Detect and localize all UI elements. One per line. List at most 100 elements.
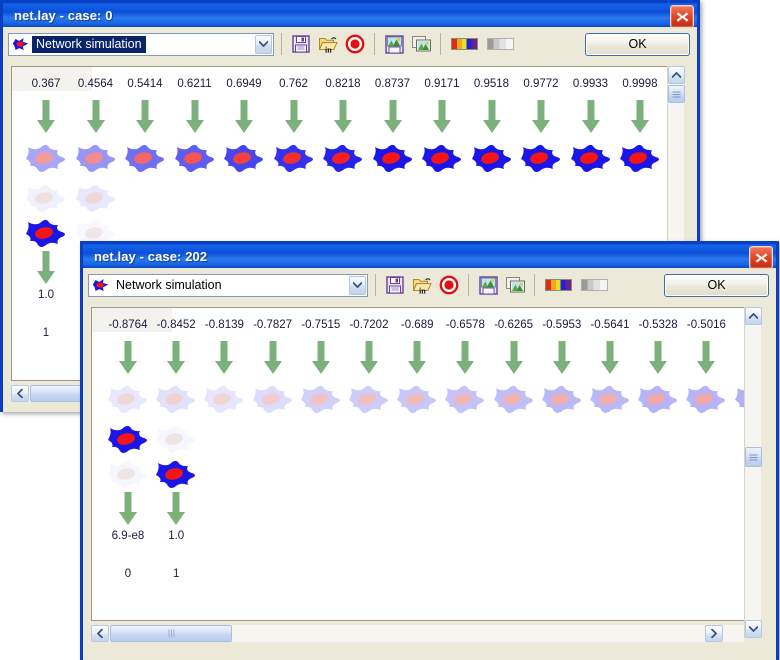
column-header-value: -0.5328	[638, 319, 678, 331]
vertical-scroll-thumb[interactable]	[668, 85, 685, 103]
row-output-value: 1.0	[168, 530, 185, 542]
scroll-left-icon[interactable]	[91, 625, 109, 642]
network-cell-node[interactable]	[153, 381, 199, 417]
record-icon[interactable]	[343, 32, 367, 56]
flow-arrow-icon	[504, 341, 523, 374]
column-header-value: 0.4564	[77, 78, 114, 90]
scroll-up-icon[interactable]	[668, 66, 685, 84]
simulation-canvas[interactable]: -0.8764 -0.8452 -0.8139 -0.7827 -0.7515 -0.72…	[91, 307, 744, 621]
scroll-up-glyph	[749, 313, 758, 319]
load-image-icon[interactable]	[503, 273, 527, 297]
scroll-up-icon[interactable]	[745, 307, 762, 325]
network-cell-node[interactable]	[491, 381, 537, 417]
network-cell-node[interactable]	[172, 140, 218, 176]
window-net-lay-case-202[interactable]: net.lay - case: 202 Network simulation i…	[80, 241, 779, 660]
network-cell-node[interactable]	[221, 140, 267, 176]
chevron-down-icon[interactable]	[255, 34, 272, 54]
network-cell-node[interactable]	[73, 140, 119, 176]
network-cell-node[interactable]	[153, 421, 199, 457]
network-cell-node[interactable]	[617, 140, 663, 176]
open-folder-glyph: in	[318, 37, 338, 54]
network-cell-node[interactable]	[153, 456, 199, 492]
color-gradient-icon[interactable]	[451, 38, 478, 50]
chevron-down-icon[interactable]	[349, 275, 366, 295]
load-image-glyph	[505, 276, 525, 292]
network-cell-node[interactable]	[394, 381, 440, 417]
column-header-value: -0.6265	[494, 319, 534, 331]
network-cell-node[interactable]	[122, 140, 168, 176]
network-cell-node[interactable]	[105, 421, 151, 457]
horizontal-scroll-thumb[interactable]	[110, 625, 232, 642]
flow-arrow-icon	[697, 341, 716, 374]
vertical-scroll-thumb[interactable]	[745, 447, 762, 467]
network-cell-node[interactable]	[683, 381, 729, 417]
flow-arrow-icon	[119, 341, 137, 374]
network-cell-node[interactable]	[732, 381, 744, 417]
save-icon[interactable]	[289, 32, 313, 56]
network-cell-node[interactable]	[250, 381, 296, 417]
network-cell-node[interactable]	[320, 140, 366, 176]
network-cell-node[interactable]	[201, 381, 247, 417]
open-folder-glyph: in	[412, 278, 432, 295]
column-header-value: -0.8452	[156, 319, 196, 331]
network-cell-node[interactable]	[105, 381, 151, 417]
network-cell-node[interactable]	[635, 381, 681, 417]
title-bar[interactable]: net.lay - case: 0	[3, 0, 697, 28]
column-header-value: 0.9171	[424, 78, 460, 90]
gray-gradient-icon[interactable]	[581, 279, 608, 291]
column-header-value: -0.5016	[686, 319, 726, 331]
network-cell-node[interactable]	[23, 180, 69, 216]
toolbar: Network simulation in OK	[83, 268, 776, 302]
network-cell-node[interactable]	[370, 140, 416, 176]
network-cell-node[interactable]	[587, 381, 633, 417]
flow-arrow-icon	[167, 341, 186, 374]
network-cell-node[interactable]	[346, 381, 392, 417]
open-folder-icon[interactable]: in	[410, 273, 434, 297]
scroll-up-glyph	[672, 72, 681, 78]
toolbar-separator	[534, 274, 535, 296]
network-cell-node[interactable]	[23, 215, 69, 251]
horizontal-scrollbar[interactable]	[91, 625, 744, 642]
column-header-value: 0.9998	[622, 78, 658, 90]
network-cell-node[interactable]	[419, 140, 465, 176]
column-header-value: -0.5953	[542, 319, 582, 331]
network-cell-node[interactable]	[105, 456, 151, 492]
flow-arrow-icon	[263, 341, 282, 374]
column-header-value: 0.8737	[374, 78, 411, 90]
vertical-scroll-track[interactable]	[746, 307, 761, 638]
open-folder-icon[interactable]: in	[316, 32, 340, 56]
flow-arrow-icon	[136, 100, 154, 133]
load-image-icon[interactable]	[409, 32, 433, 56]
network-cell-node[interactable]	[298, 381, 344, 417]
save-image-icon[interactable]	[476, 273, 500, 297]
save-image-icon[interactable]	[382, 32, 406, 56]
toolbar-separator	[281, 33, 282, 55]
gray-gradient-icon[interactable]	[487, 38, 514, 50]
column-header-value: 0.9772	[523, 78, 559, 90]
network-cell-node[interactable]	[271, 140, 317, 176]
network-cell-node[interactable]	[539, 381, 585, 417]
network-cell-node[interactable]	[518, 140, 564, 176]
ok-button[interactable]: OK	[585, 32, 690, 56]
close-icon[interactable]	[670, 5, 694, 28]
color-gradient-icon[interactable]	[545, 279, 572, 291]
close-icon[interactable]	[749, 246, 773, 269]
ok-button[interactable]: OK	[664, 273, 769, 297]
flow-arrow-icon	[631, 100, 649, 133]
scroll-left-icon[interactable]	[11, 385, 29, 402]
record-icon[interactable]	[437, 273, 461, 297]
network-cell-node[interactable]	[73, 180, 119, 216]
column-header-value: -0.7827	[253, 319, 293, 331]
scroll-right-icon[interactable]	[705, 625, 723, 642]
network-cell-node[interactable]	[568, 140, 614, 176]
network-cell-node[interactable]	[469, 140, 515, 176]
save-icon[interactable]	[383, 273, 407, 297]
network-cell-node[interactable]	[23, 140, 69, 176]
simulation-select[interactable]: Network simulation	[8, 32, 274, 56]
simulation-select[interactable]: Network simulation	[88, 273, 368, 297]
vertical-scrollbar[interactable]	[744, 307, 762, 638]
scroll-down-icon[interactable]	[745, 620, 762, 638]
flow-arrow-icon	[119, 492, 137, 525]
title-bar[interactable]: net.lay - case: 202	[83, 241, 776, 269]
network-cell-node[interactable]	[442, 381, 488, 417]
